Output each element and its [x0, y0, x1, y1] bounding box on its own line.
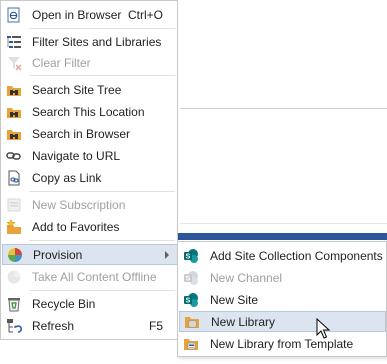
sharepoint-icon: S	[183, 292, 199, 308]
subscription-icon	[6, 197, 22, 213]
context-menu: Open in Browser Ctrl+O Filter Sites and …	[0, 0, 178, 340]
menu-item-new-subscription[interactable]: New Subscription	[2, 194, 177, 215]
offline-icon	[6, 269, 22, 285]
submenu-item-label: Add Site Collection Components	[210, 248, 383, 263]
sharepoint-icon: S	[183, 248, 199, 264]
menu-item-search-site-tree[interactable]: Search Site Tree	[2, 79, 177, 100]
submenu-item-label: New Site	[210, 292, 259, 307]
menu-item-add-to-favorites[interactable]: Add to Favorites	[2, 216, 177, 237]
menu-item-provision[interactable]: Provision	[2, 244, 178, 265]
menu-separator	[29, 75, 175, 76]
menu-item-navigate-to-url[interactable]: Navigate to URL	[2, 145, 177, 166]
menu-item-search-in-browser[interactable]: Search in Browser	[2, 123, 177, 144]
background-divider	[180, 223, 387, 224]
link-chain-icon	[6, 148, 22, 164]
menu-item-label: Open in Browser	[32, 7, 122, 22]
submenu-item-new-channel[interactable]: S New Channel	[179, 267, 385, 288]
background-selection-bar	[178, 233, 387, 240]
submenu-item-add-site-collection-components[interactable]: S Add Site Collection Components	[179, 245, 385, 266]
menu-separator	[29, 191, 175, 192]
menu-item-label: Recycle Bin	[32, 296, 96, 311]
provision-pie-icon	[7, 247, 23, 263]
menu-item-filter-sites[interactable]: Filter Sites and Libraries	[2, 31, 177, 52]
binoculars-folder-icon	[6, 104, 22, 120]
menu-item-clear-filter[interactable]: Clear Filter	[2, 52, 177, 73]
filter-list-icon	[6, 34, 22, 50]
menu-item-take-offline[interactable]: Take All Content Offline	[2, 266, 177, 287]
new-library-icon	[184, 314, 200, 330]
mouse-cursor-icon	[316, 317, 332, 340]
menu-item-refresh[interactable]: Refresh F5	[2, 315, 177, 336]
menu-item-label: New Subscription	[32, 197, 126, 212]
menu-item-label: Search in Browser	[32, 126, 131, 141]
svg-text:S: S	[186, 253, 191, 260]
clear-filter-icon	[6, 55, 22, 71]
menu-item-label: Copy as Link	[32, 170, 102, 185]
menu-item-label: Refresh	[32, 318, 75, 333]
refresh-tree-icon	[6, 318, 22, 334]
sharepoint-icon: S	[183, 270, 199, 286]
submenu-item-new-library-from-template[interactable]: New Library from Template	[179, 333, 385, 354]
svg-text:S: S	[186, 297, 191, 304]
menu-separator	[29, 28, 175, 29]
copy-link-icon	[6, 170, 22, 186]
new-library-template-icon	[183, 336, 199, 352]
submenu-arrow-icon	[165, 251, 169, 259]
submenu-item-label: New Library	[211, 314, 276, 329]
binoculars-folder-icon	[6, 82, 22, 98]
menu-item-search-this-location[interactable]: Search This Location	[2, 101, 177, 122]
menu-item-label: Navigate to URL	[32, 148, 121, 163]
shortcut-label: F5	[148, 318, 163, 333]
menu-item-label: Filter Sites and Libraries	[32, 34, 162, 49]
menu-item-label: Provision	[33, 247, 83, 262]
menu-item-label: Take All Content Offline	[32, 269, 157, 284]
binoculars-folder-icon	[6, 126, 22, 142]
shortcut-label: Ctrl+O	[127, 7, 163, 22]
menu-item-copy-as-link[interactable]: Copy as Link	[2, 167, 177, 188]
menu-item-recycle-bin[interactable]: Recycle Bin	[2, 293, 177, 314]
star-folder-icon	[6, 218, 22, 235]
svg-text:S: S	[186, 275, 191, 282]
menu-item-open-in-browser[interactable]: Open in Browser Ctrl+O	[2, 4, 177, 25]
submenu-item-new-library[interactable]: New Library	[179, 311, 386, 332]
menu-separator	[29, 290, 175, 291]
menu-item-label: Search Site Tree	[32, 82, 122, 97]
submenu-item-label: New Channel	[210, 270, 283, 285]
open-in-browser-icon	[6, 7, 22, 23]
menu-item-label: Add to Favorites	[32, 219, 120, 234]
menu-separator	[29, 240, 175, 241]
background-divider	[180, 108, 387, 109]
submenu-item-new-site[interactable]: S New Site	[179, 289, 385, 310]
recycle-bin-icon	[6, 296, 22, 312]
menu-item-label: Search This Location	[32, 104, 145, 119]
menu-item-label: Clear Filter	[32, 55, 91, 70]
provision-submenu: S Add Site Collection Components S New C…	[177, 241, 387, 357]
